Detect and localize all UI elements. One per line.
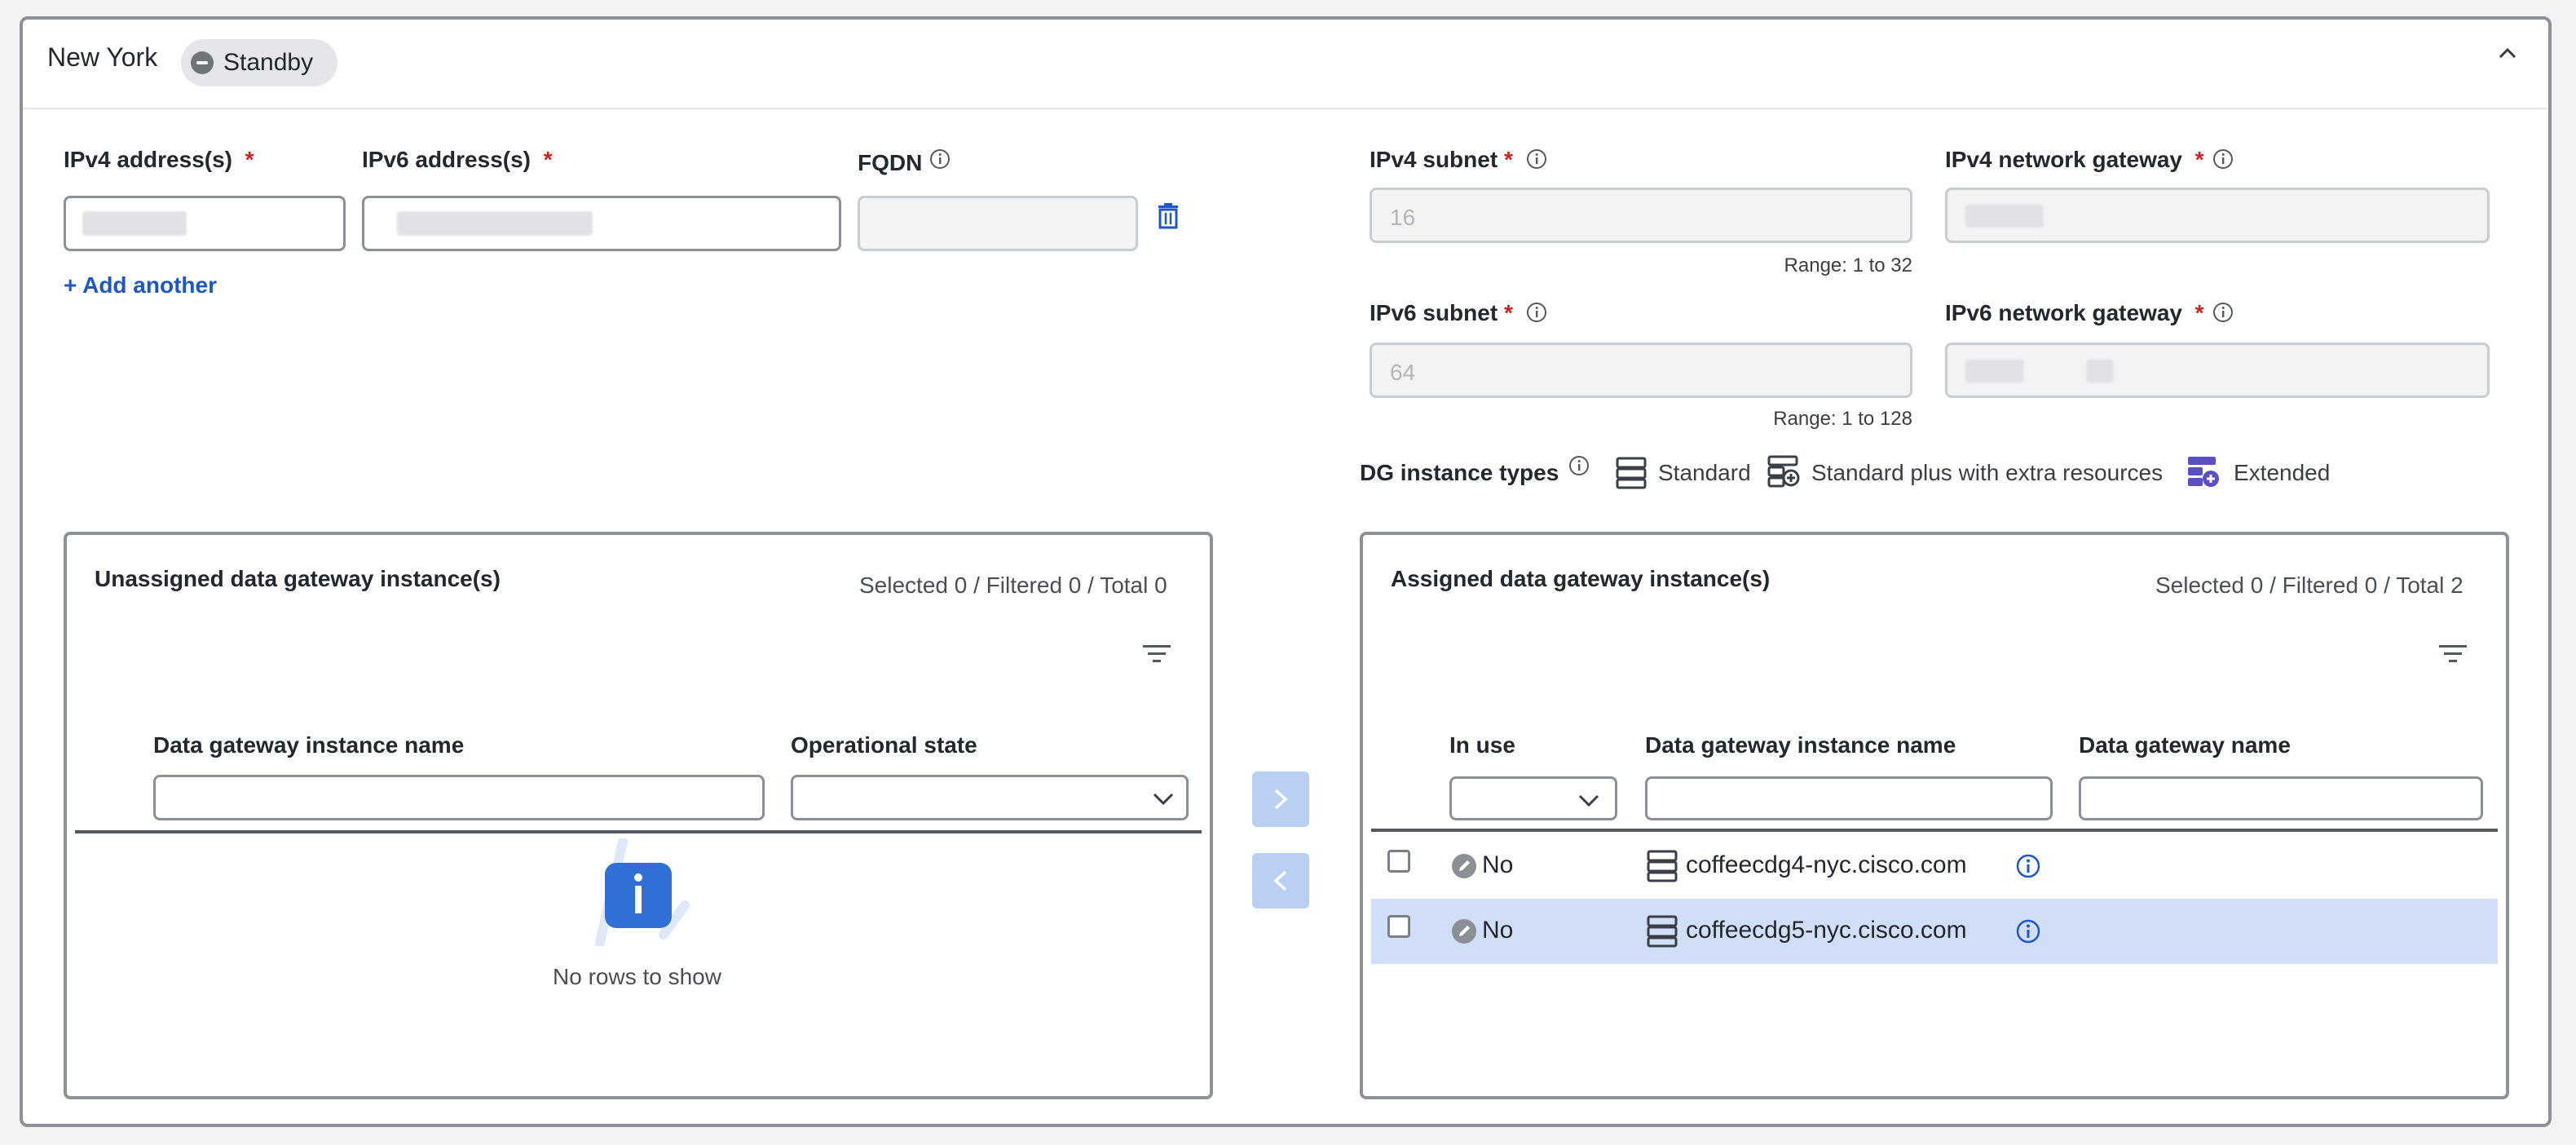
ipv4-subnet-value: 16 — [1390, 205, 1416, 230]
info-icon[interactable] — [1526, 148, 1547, 170]
ipv6-gateway-input[interactable] — [1945, 343, 2490, 398]
server-icon — [1616, 457, 1647, 489]
ipv6-address-input[interactable] — [362, 196, 841, 251]
col-header-operational-state[interactable]: Operational state — [791, 732, 977, 758]
unassigned-title: Unassigned data gateway instance(s) — [95, 566, 501, 591]
row-checkbox[interactable] — [1387, 850, 1410, 873]
move-left-button[interactable] — [1252, 853, 1309, 908]
ipv4-address-input[interactable] — [64, 196, 346, 251]
ipv6-subnet-label: IPv6 subnet * — [1370, 300, 1513, 325]
info-empty-icon — [595, 838, 690, 946]
instance-name-filter-input[interactable] — [153, 775, 765, 820]
fqdn-label: FQDN — [858, 150, 923, 175]
minus-circle-icon — [191, 51, 214, 74]
ipv6-subnet-value: 64 — [1390, 360, 1416, 385]
ipv4-subnet-label: IPv4 subnet * — [1370, 147, 1513, 172]
ipv6-subnet-input[interactable]: 64 — [1370, 343, 1912, 398]
gateway-name-filter-input[interactable] — [2079, 776, 2483, 820]
ipv4-subnet-input[interactable]: 16 — [1370, 188, 1912, 243]
no-rows-message: No rows to show — [553, 964, 721, 989]
trash-icon[interactable] — [1156, 202, 1180, 230]
in-use-value: No — [1482, 851, 1514, 878]
info-icon[interactable] — [1526, 302, 1547, 323]
in-use-value: No — [1482, 917, 1514, 944]
instance-name-value: coffeecdg5-nyc.cisco.com — [1686, 917, 1967, 944]
unassigned-header-divider — [75, 830, 1202, 833]
info-icon[interactable] — [929, 148, 951, 170]
header-divider — [23, 108, 2548, 109]
info-icon[interactable] — [2212, 148, 2234, 170]
server-icon — [1647, 850, 1678, 882]
instance-name-filter-input[interactable] — [1645, 776, 2053, 820]
ipv6-gateway-label: IPv6 network gateway * — [1945, 300, 2204, 325]
ipv4-gateway-input[interactable] — [1945, 188, 2490, 243]
table-row[interactable]: No coffeecdg4-nyc.cisco.com — [1371, 833, 2498, 899]
col-header-gateway-name[interactable]: Data gateway name — [2079, 732, 2291, 758]
filter-icon[interactable] — [2437, 643, 2468, 665]
status-badge-label: Standby — [223, 49, 314, 76]
chevron-right-icon — [1274, 789, 1288, 810]
chevron-left-icon — [1273, 870, 1287, 891]
dg-type-standard: Standard — [1658, 460, 1751, 485]
server-extended-icon — [2188, 457, 2219, 487]
col-header-in-use[interactable]: In use — [1449, 732, 1515, 758]
pencil-circle-icon — [1452, 919, 1476, 944]
ipv6-subnet-range: Range: 1 to 128 — [1773, 408, 1912, 430]
filter-icon[interactable] — [1141, 643, 1172, 665]
in-use-filter-select[interactable] — [1449, 776, 1617, 820]
server-icon — [1647, 915, 1678, 948]
dg-types-label: DG instance types — [1360, 460, 1559, 485]
add-another-link[interactable]: + Add another — [64, 272, 217, 298]
assigned-title: Assigned data gateway instance(s) — [1391, 566, 1771, 591]
table-row[interactable]: No coffeecdg5-nyc.cisco.com — [1371, 899, 2498, 964]
fqdn-input[interactable] — [858, 196, 1138, 251]
assigned-header-divider — [1371, 829, 2498, 832]
info-icon[interactable] — [2015, 918, 2041, 944]
instance-name-value: coffeecdg4-nyc.cisco.com — [1686, 851, 1967, 878]
site-title: New York — [47, 42, 158, 72]
dg-type-standard-plus: Standard plus with extra resources — [1811, 460, 2164, 485]
col-header-instance-name[interactable]: Data gateway instance name — [153, 732, 464, 758]
row-checkbox[interactable] — [1387, 915, 1410, 938]
info-icon[interactable] — [2212, 302, 2234, 323]
status-badge: Standby — [181, 39, 337, 86]
assigned-counts: Selected 0 / Filtered 0 / Total 2 — [2155, 572, 2464, 598]
ipv4-gateway-label: IPv4 network gateway * — [1945, 147, 2204, 172]
info-icon[interactable] — [2015, 853, 2041, 879]
operational-state-filter-select[interactable] — [791, 775, 1189, 820]
ipv4-subnet-range: Range: 1 to 32 — [1784, 254, 1912, 276]
col-header-instance-name[interactable]: Data gateway instance name — [1645, 732, 1956, 758]
server-plus-icon — [1767, 455, 1800, 488]
pencil-circle-icon — [1452, 854, 1476, 878]
dg-type-extended: Extended — [2234, 460, 2331, 485]
chevron-up-icon[interactable] — [2494, 41, 2521, 67]
ipv4-address-label: IPv4 address(s) * — [64, 147, 254, 172]
unassigned-counts: Selected 0 / Filtered 0 / Total 0 — [859, 572, 1167, 598]
chevron-down-icon — [1153, 793, 1174, 806]
info-icon[interactable] — [1568, 455, 1590, 476]
ipv6-address-label: IPv6 address(s) * — [362, 147, 553, 172]
move-right-button[interactable] — [1252, 771, 1309, 827]
chevron-down-icon — [1578, 794, 1599, 807]
